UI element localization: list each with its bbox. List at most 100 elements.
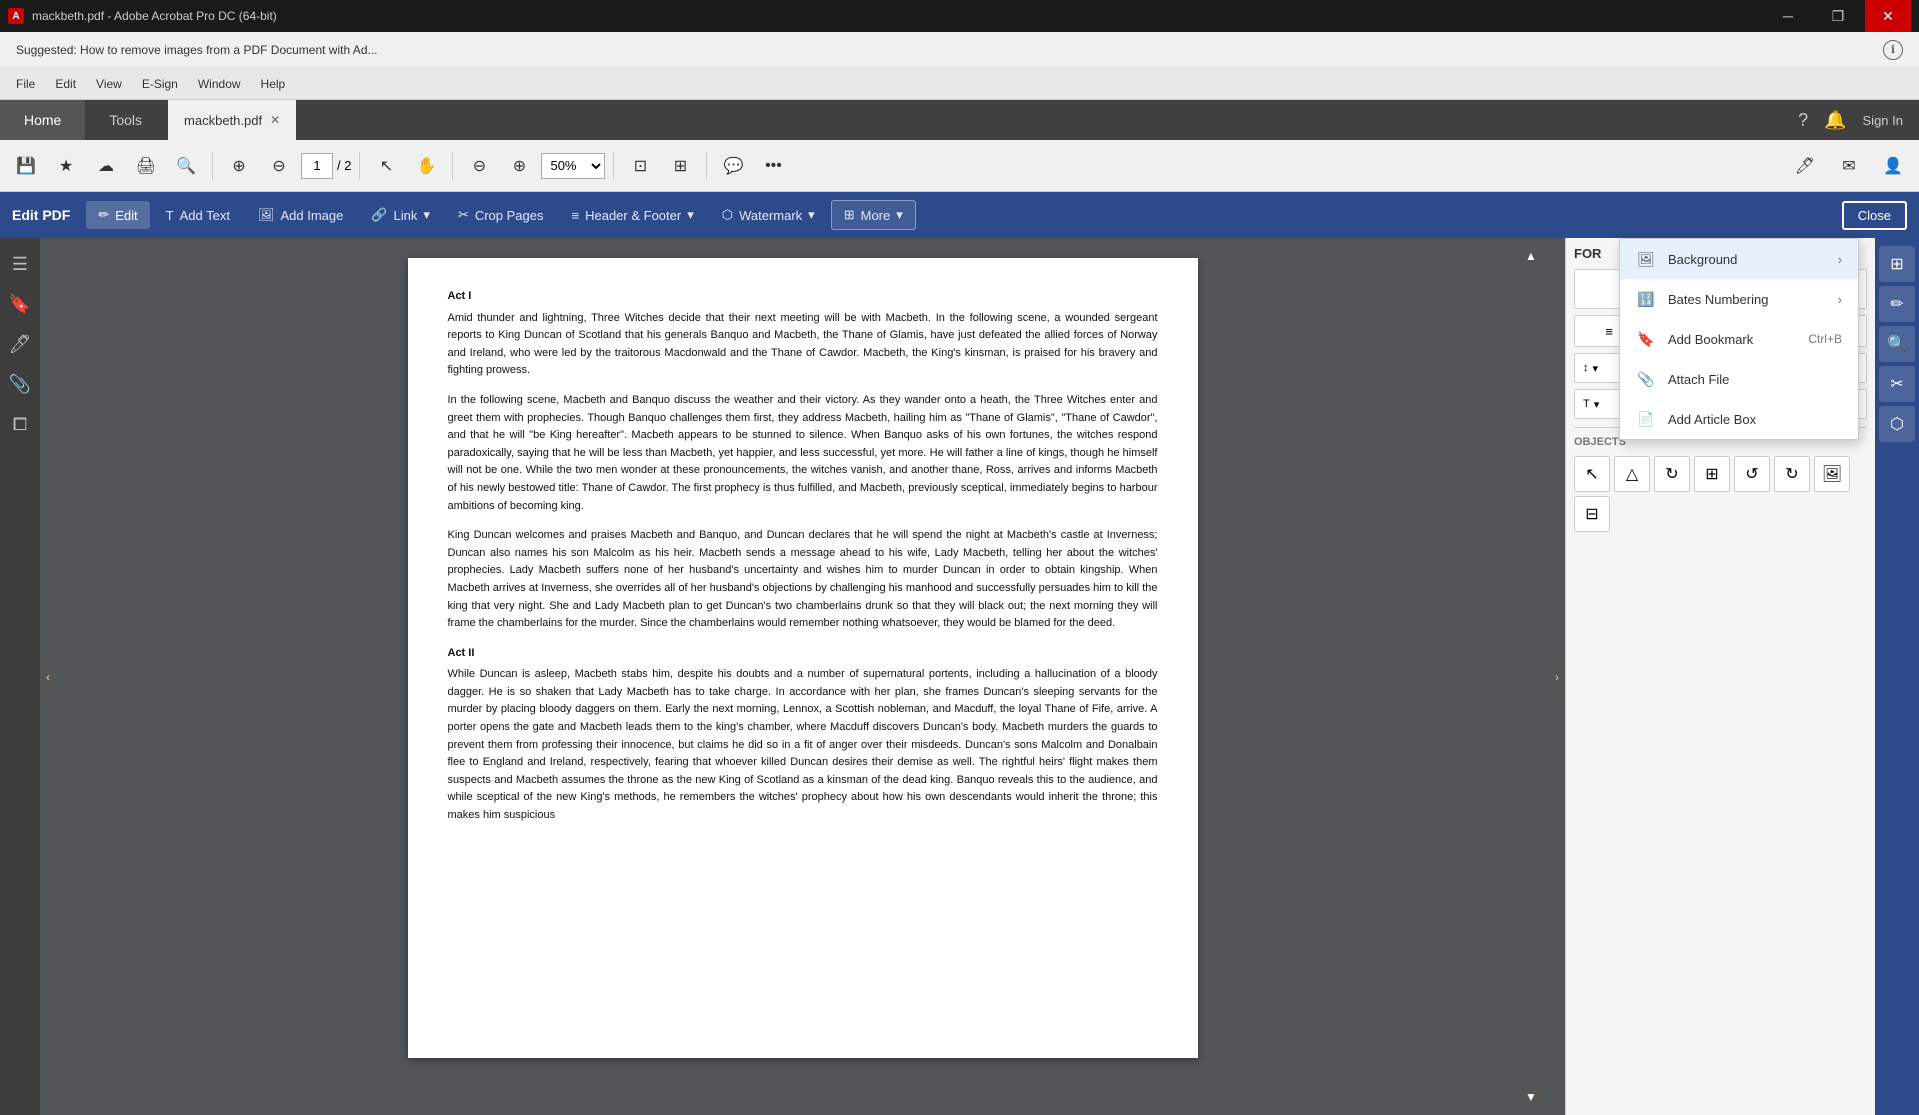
sidebar-icon-bookmark[interactable]: 🔖: [2, 286, 38, 322]
save-button[interactable]: 💾: [8, 148, 44, 184]
far-right-btn-4[interactable]: ✂: [1879, 366, 1915, 402]
notifications-icon[interactable]: 🔔: [1824, 110, 1846, 131]
zoom-in-button[interactable]: ⊕: [501, 148, 537, 184]
sidebar-icon-attach[interactable]: 📎: [2, 366, 38, 402]
dropdown-item-attach[interactable]: 📎 Attach File: [1620, 359, 1858, 399]
help-icon[interactable]: ?: [1798, 110, 1808, 131]
add-text-button[interactable]: T Add Text: [154, 202, 242, 229]
suggestion-bar: Suggested: How to remove images from a P…: [0, 32, 1919, 68]
tab-bar: Home Tools mackbeth.pdf ✕ ? 🔔 Sign In: [0, 100, 1919, 140]
tab-document[interactable]: mackbeth.pdf ✕: [168, 100, 296, 140]
arrange-button[interactable]: ⊞: [662, 148, 698, 184]
menu-view[interactable]: View: [88, 73, 130, 95]
upload-button[interactable]: ☁: [88, 148, 124, 184]
tab-home[interactable]: Home: [0, 100, 85, 140]
more-dropdown: 🖼 Background › 🔢 Bates Numbering › 🔖 Add…: [1619, 238, 1859, 440]
act2-title: Act II: [448, 645, 1158, 663]
header-footer-button[interactable]: ≡ Header & Footer ▾: [560, 201, 706, 229]
tab-right-controls: ? 🔔 Sign In: [1798, 100, 1919, 140]
object-undo-tool[interactable]: ↺: [1734, 456, 1770, 492]
search-button[interactable]: 🔍: [168, 148, 204, 184]
far-right-btn-5[interactable]: ⬡: [1879, 406, 1915, 442]
restore-button[interactable]: ❐: [1815, 0, 1861, 32]
edit-icon: ✏: [98, 207, 109, 223]
object-redo-tool[interactable]: ↻: [1774, 456, 1810, 492]
scroll-up-arrow[interactable]: ▲: [1521, 246, 1541, 266]
app-icon: A: [8, 8, 24, 24]
pdf-area: ▲ Act I Amid thunder and lightning, Thre…: [56, 238, 1549, 1115]
dropdown-item-bates[interactable]: 🔢 Bates Numbering ›: [1620, 279, 1858, 319]
tab-close-button[interactable]: ✕: [270, 113, 280, 127]
sign-in-button[interactable]: Sign In: [1863, 113, 1903, 128]
toolbar-sep-3: [452, 152, 453, 180]
user-button[interactable]: 👤: [1875, 148, 1911, 184]
far-right-btn-2[interactable]: ✏: [1879, 286, 1915, 322]
scroll-down-arrow[interactable]: ▼: [1521, 1087, 1541, 1107]
left-sidebar: ☰ 🔖 🖊 📎 ⧠: [0, 238, 40, 1115]
article-box-icon: 📄: [1636, 409, 1656, 429]
watermark-button[interactable]: ⬡ Watermark ▾: [710, 201, 827, 229]
menu-help[interactable]: Help: [253, 73, 294, 95]
expand-left-panel[interactable]: ‹: [40, 657, 56, 697]
tab-tools[interactable]: Tools: [85, 100, 166, 140]
prev-page-button[interactable]: ⊕: [221, 148, 257, 184]
zoom-select[interactable]: 50% 75% 100% 125% 150%: [541, 153, 605, 179]
font-dropdown: ▾: [1594, 398, 1600, 411]
menu-esign[interactable]: E-Sign: [134, 73, 186, 95]
minimize-button[interactable]: ─: [1765, 0, 1811, 32]
object-image-tool[interactable]: 🖼: [1814, 456, 1850, 492]
menu-edit[interactable]: Edit: [47, 73, 84, 95]
mail-button[interactable]: ✉: [1831, 148, 1867, 184]
next-page-button[interactable]: ⊖: [261, 148, 297, 184]
sidebar-icon-layers[interactable]: ☰: [2, 246, 38, 282]
object-triangle-tool[interactable]: △: [1614, 456, 1650, 492]
dropdown-item-background[interactable]: 🖼 Background ›: [1620, 239, 1858, 279]
background-icon: 🖼: [1636, 249, 1656, 269]
menu-file[interactable]: File: [8, 73, 43, 95]
print-button[interactable]: 🖨: [128, 148, 164, 184]
act1-para1: Amid thunder and lightning, Three Witche…: [448, 310, 1158, 380]
info-icon[interactable]: ℹ: [1883, 40, 1903, 60]
toolbar-right: 🖊 ✉ 👤: [1787, 148, 1911, 184]
more-dropdown-icon: ▾: [896, 207, 903, 223]
bates-icon: 🔢: [1636, 289, 1656, 309]
object-select-tool[interactable]: ↖: [1574, 456, 1610, 492]
pdf-page: Act I Amid thunder and lightning, Three …: [408, 258, 1198, 1058]
link-button[interactable]: 🔗 Link ▾: [359, 201, 442, 229]
toolbar-sep-5: [706, 152, 707, 180]
object-extra-tool[interactable]: ⊟: [1574, 496, 1610, 532]
menu-window[interactable]: Window: [190, 73, 249, 95]
far-right-panel: ⊞ ✏ 🔍 ✂ ⬡: [1875, 238, 1919, 1115]
line-spacing-icon: ↕: [1583, 362, 1589, 374]
close-window-button[interactable]: ✕: [1865, 0, 1911, 32]
fit-page-button[interactable]: ⊡: [622, 148, 658, 184]
background-arrow: ›: [1838, 252, 1842, 267]
crop-pages-button[interactable]: ✂ Crop Pages: [446, 201, 556, 229]
object-rotate-tool[interactable]: ↻: [1654, 456, 1690, 492]
font-icon: T: [1583, 398, 1590, 410]
sidebar-icon-signature[interactable]: 🖊: [2, 326, 38, 362]
expand-right-panel[interactable]: ›: [1549, 657, 1565, 697]
close-button[interactable]: Close: [1842, 201, 1907, 230]
page-number-input[interactable]: [301, 153, 333, 179]
object-group-tool[interactable]: ⊞: [1694, 456, 1730, 492]
far-right-btn-1[interactable]: ⊞: [1879, 246, 1915, 282]
sidebar-icon-layers-stack[interactable]: ⧠: [2, 406, 38, 442]
far-right-btn-3[interactable]: 🔍: [1879, 326, 1915, 362]
attach-label: Attach File: [1668, 372, 1729, 387]
more-tools-button[interactable]: •••: [755, 148, 791, 184]
comment-button[interactable]: 💬: [715, 148, 751, 184]
bookmark-menu-icon: 🔖: [1636, 329, 1656, 349]
zoom-out-button[interactable]: ⊖: [461, 148, 497, 184]
bookmark-button[interactable]: ★: [48, 148, 84, 184]
dropdown-item-bookmark[interactable]: 🔖 Add Bookmark Ctrl+B: [1620, 319, 1858, 359]
hand-tool[interactable]: ✋: [408, 148, 444, 184]
redact-button[interactable]: 🖊: [1787, 148, 1823, 184]
cursor-tool[interactable]: ↖: [368, 148, 404, 184]
add-image-button[interactable]: 🖼 Add Image: [246, 201, 355, 229]
more-button[interactable]: ⊞ More ▾: [831, 200, 916, 230]
edit-button[interactable]: ✏ Edit: [86, 201, 149, 229]
dropdown-item-article-box[interactable]: 📄 Add Article Box: [1620, 399, 1858, 439]
toolbar-sep-2: [359, 152, 360, 180]
title-bar-text: mackbeth.pdf - Adobe Acrobat Pro DC (64-…: [32, 9, 277, 23]
